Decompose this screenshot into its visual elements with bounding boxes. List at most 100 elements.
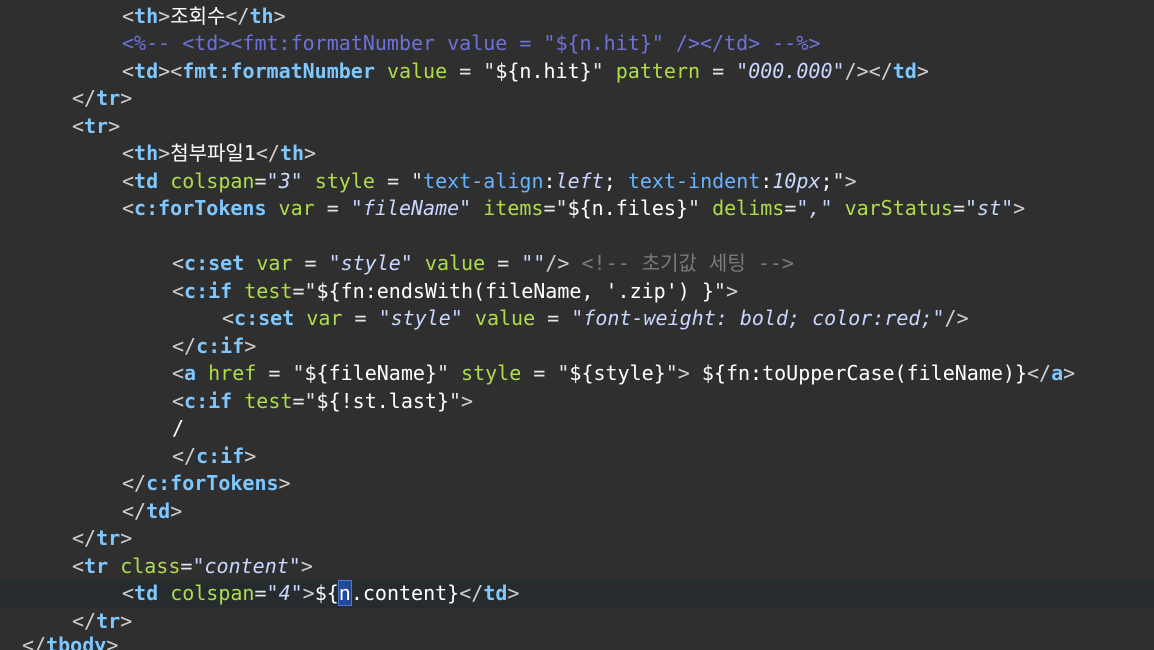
code-line-current[interactable]: <td colspan="4">${n.content}</td>: [0, 580, 1154, 608]
tag-name: tr: [96, 608, 121, 633]
code-line[interactable]: /: [0, 415, 1154, 443]
tag-name: c:set: [234, 306, 295, 330]
bracket: <: [122, 168, 135, 193]
bracket: </: [122, 498, 147, 523]
tag-name: th: [134, 141, 159, 165]
bracket: <: [172, 361, 185, 385]
bracket: >: [244, 443, 257, 468]
code-line[interactable]: <th>조회수</th>: [0, 3, 1154, 31]
attribute-value: "font-weight: bold; color:red;": [571, 306, 945, 330]
bracket: >: [844, 168, 857, 193]
code-line[interactable]: <c:set var = "style" value = "font-weigh…: [0, 305, 1154, 333]
quote: ": [665, 361, 678, 385]
code-line[interactable]: <c:if test="${fn:endsWith(fileName, '.zi…: [0, 278, 1154, 306]
attribute-name: class: [120, 553, 181, 578]
bracket: >: [108, 113, 121, 138]
equals: =: [447, 58, 484, 83]
bracket: </: [459, 581, 484, 605]
bracket: >: [120, 86, 133, 110]
bracket: <: [72, 113, 85, 138]
code-line[interactable]: <td><fmt:formatNumber value = "${n.hit}"…: [0, 58, 1154, 86]
text-content: 조회수: [170, 3, 226, 28]
tag-name: td: [134, 581, 159, 605]
bracket: </: [868, 58, 893, 83]
equals: =: [374, 168, 412, 193]
text-content: 첨부파일1: [170, 141, 256, 165]
equals: =: [543, 196, 556, 220]
tag-name: tr: [96, 526, 121, 550]
attribute-value: ",": [796, 196, 833, 220]
equals: =: [342, 306, 379, 330]
attribute-name: var: [278, 196, 315, 220]
attribute-value: "": [521, 251, 546, 275]
bracket: >: [300, 553, 313, 578]
bracket: >: [916, 58, 929, 83]
quote: ": [555, 196, 568, 220]
code-line[interactable]: <c:if test="${!st.last}">: [0, 388, 1154, 416]
attribute-value: "4": [266, 581, 303, 605]
attribute-name: var: [256, 251, 293, 275]
css-separator: ;: [603, 168, 628, 193]
text-cursor-selection[interactable]: n: [337, 580, 352, 606]
bracket: >: [677, 361, 690, 385]
css-property: text-align: [423, 168, 544, 193]
bracket: >: [170, 498, 183, 523]
equals: =: [292, 278, 305, 303]
html-comment: <!-- 초기값 세팅 -->: [581, 251, 794, 275]
equals: =: [292, 251, 329, 275]
code-line[interactable]: <tr>: [0, 113, 1154, 141]
bracket: >: [244, 333, 257, 358]
code-line[interactable]: </c:if>: [0, 443, 1154, 471]
attribute-value: ${style}: [569, 361, 666, 385]
bracket: </: [1027, 361, 1052, 385]
tag-name: c:forTokens: [134, 196, 267, 220]
tag-name: tbody: [46, 633, 107, 650]
bracket: <: [172, 388, 185, 413]
bracket: </: [225, 3, 250, 28]
code-line[interactable]: <a href = "${fileName}" style = "${style…: [0, 360, 1154, 388]
code-line[interactable]: <td colspan="3" style = "text-align:left…: [0, 168, 1154, 196]
tag-name: c:if: [196, 333, 245, 358]
bracket: >: [507, 581, 520, 605]
code-line[interactable]: </tr>: [0, 525, 1154, 553]
text-content: /: [172, 416, 185, 440]
code-line[interactable]: </c:forTokens>: [0, 470, 1154, 498]
equals: =: [485, 251, 522, 275]
code-line[interactable]: </tbody>: [0, 632, 1154, 650]
quote: ": [304, 278, 317, 303]
code-line[interactable]: </tr>: [0, 608, 1154, 636]
bracket: >: [278, 471, 291, 495]
bracket: >: [158, 3, 171, 28]
attribute-name: value: [474, 306, 536, 330]
attribute-value: "content": [192, 553, 301, 578]
tag-name: td: [134, 168, 159, 193]
code-line[interactable]: </td>: [0, 498, 1154, 526]
quote: ": [436, 361, 449, 385]
code-line[interactable]: <tr class="content">: [0, 553, 1154, 581]
equals: =: [292, 388, 305, 413]
code-editor[interactable]: <th>조회수</th> <%-- <td><fmt:formatNumber …: [0, 0, 1154, 650]
code-line[interactable]: </c:if>: [0, 333, 1154, 361]
bracket: >: [302, 581, 315, 605]
text-content: ${fn:toUpperCase(fileName)}: [689, 361, 1027, 385]
bracket: >: [120, 608, 133, 633]
equals: =: [314, 196, 351, 220]
tag-name: c:if: [184, 388, 233, 413]
code-line[interactable]: <c:forTokens var = "fileName" items="${n…: [0, 195, 1154, 223]
code-line[interactable]: <%-- <td><fmt:formatNumber value = "${n.…: [0, 30, 1154, 58]
equals: =: [784, 196, 797, 220]
el-expression-end: .content}: [350, 581, 460, 605]
attribute-name: test: [244, 388, 293, 413]
bracket: </: [122, 471, 147, 495]
equals: =: [256, 361, 293, 385]
attribute-name: style: [461, 361, 522, 385]
attribute-value: ${!st.last}: [316, 388, 449, 413]
code-line[interactable]: <th>첨부파일1</th>: [0, 140, 1154, 168]
code-line[interactable]: <c:set var = "style" value = ""/> <!-- 초…: [0, 250, 1154, 278]
quote: ": [832, 58, 845, 83]
tag-name: a: [1051, 361, 1064, 385]
code-line[interactable]: </tr>: [0, 85, 1154, 113]
tag-name: fmt:formatNumber: [182, 58, 375, 83]
code-line-blank[interactable]: [0, 223, 1154, 251]
bracket: <: [122, 581, 135, 605]
